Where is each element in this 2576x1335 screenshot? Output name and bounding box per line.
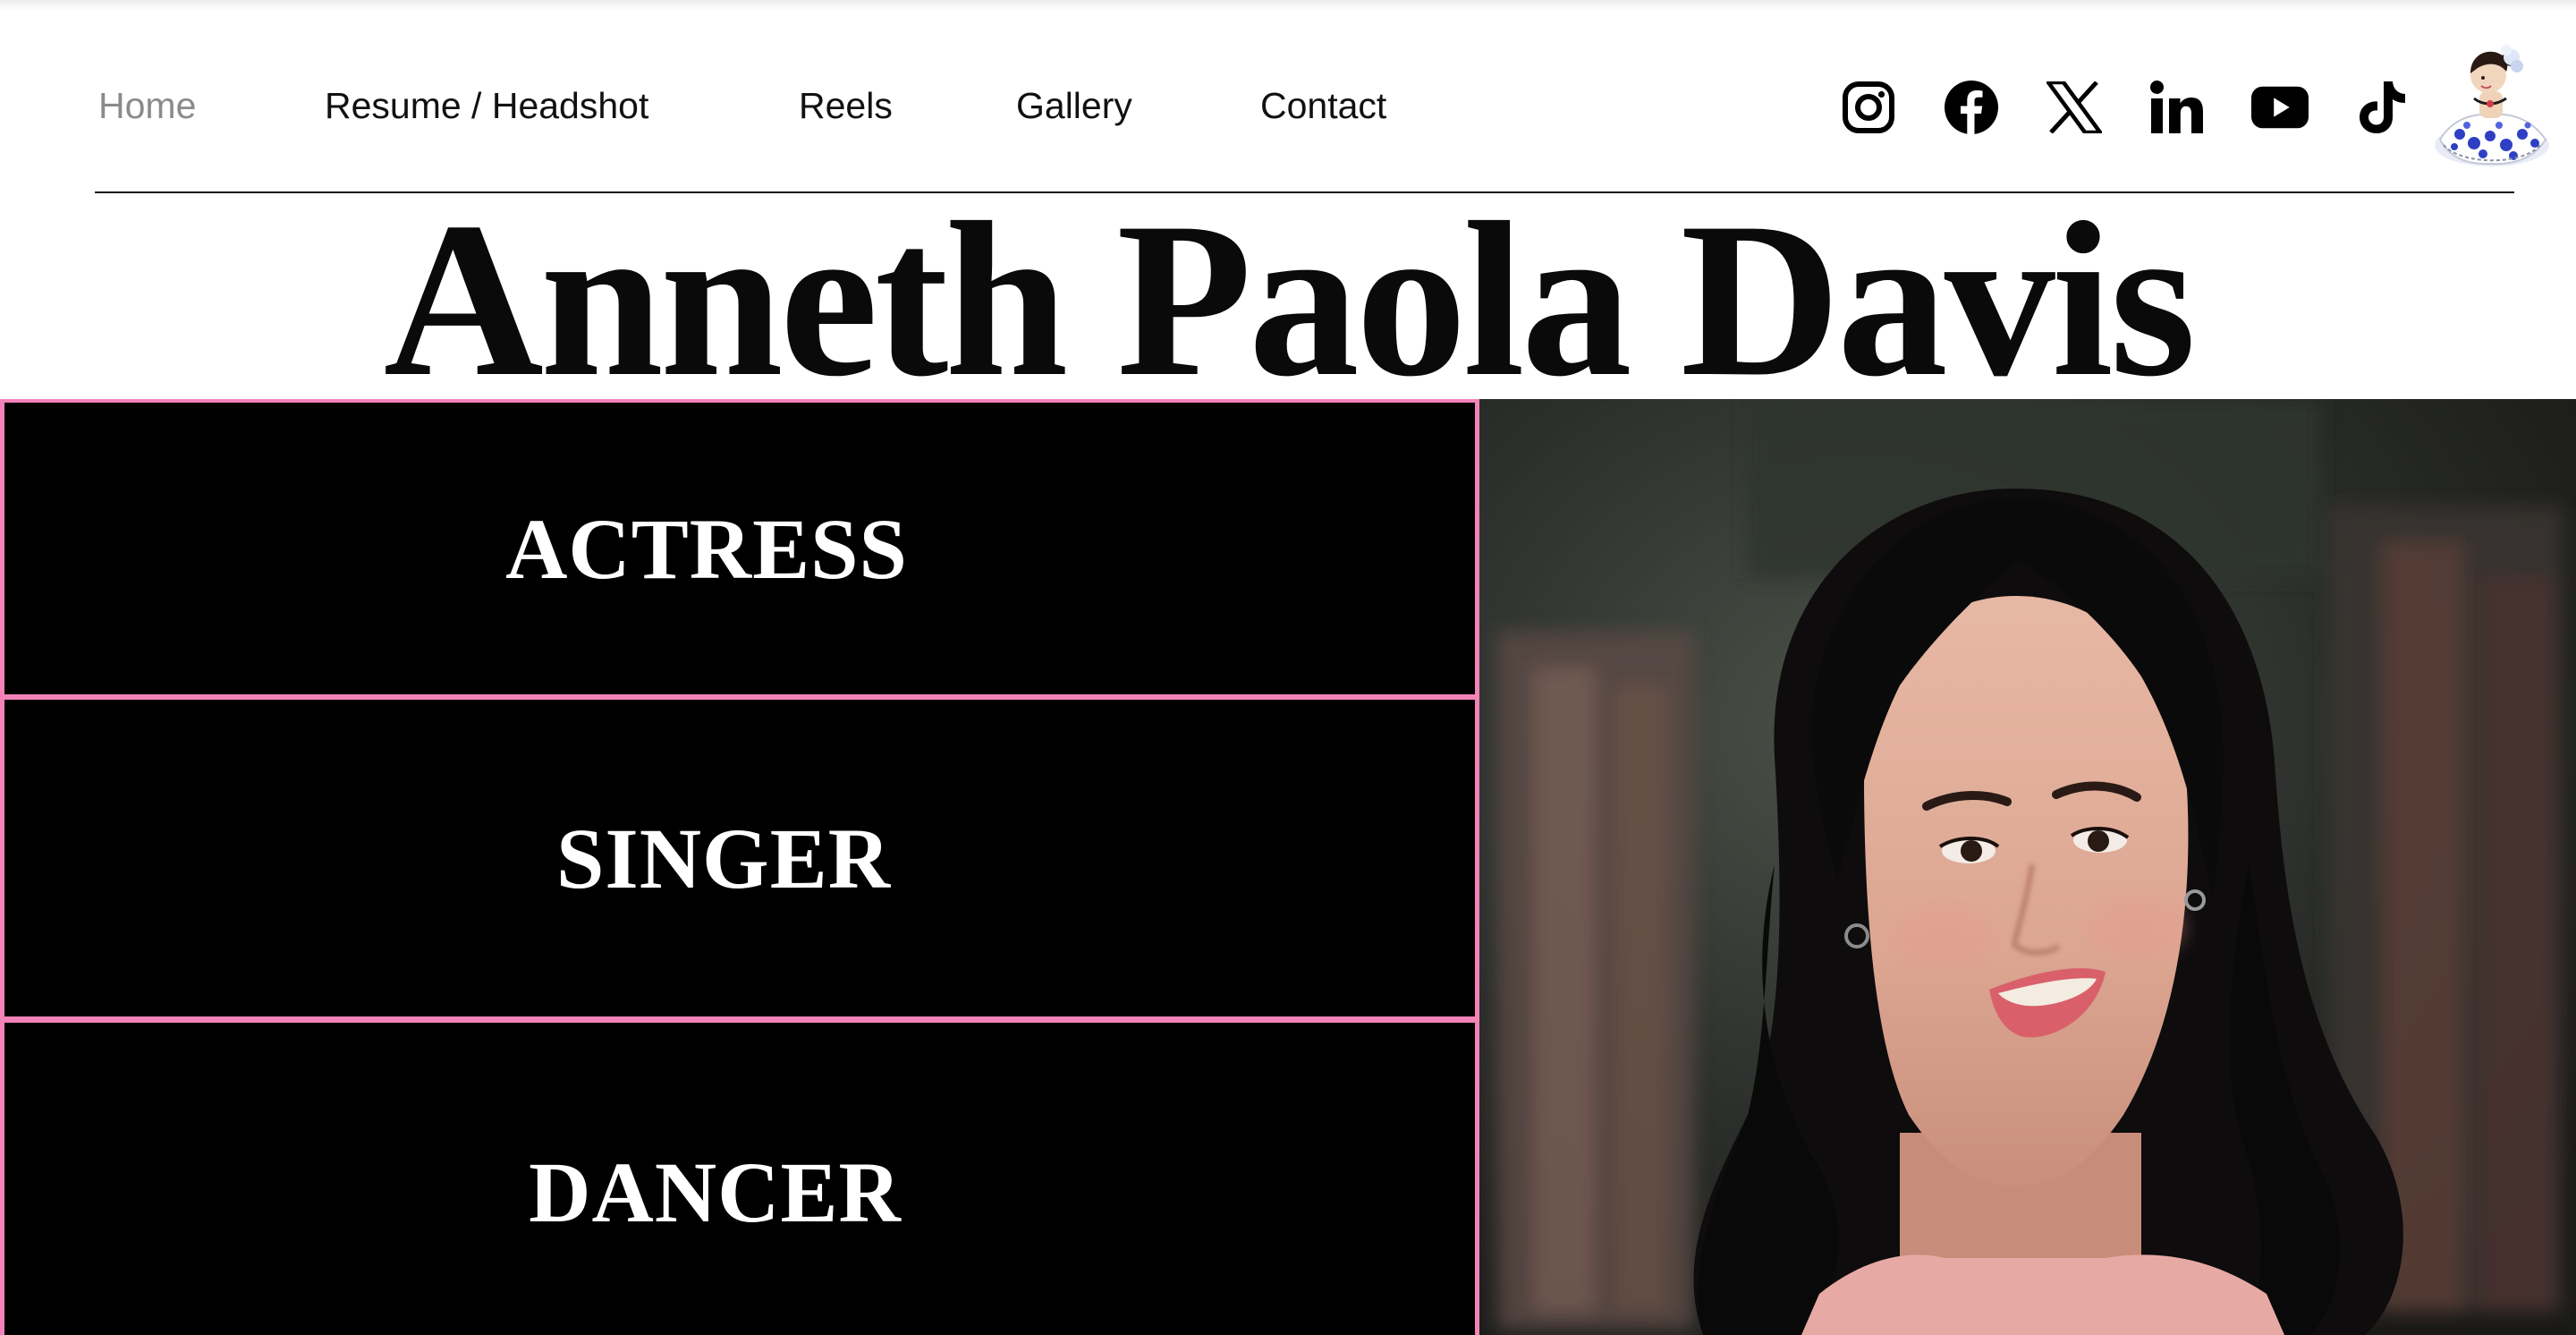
nav-item-resume-headshot[interactable]: Resume / Headshot [325,72,648,140]
nav-item-gallery[interactable]: Gallery [1016,72,1132,140]
role-card-actress[interactable]: ACTRESS [4,403,1475,694]
role-label-dancer: DANCER [529,1144,902,1240]
youtube-icon[interactable] [2251,76,2309,139]
linkedin-icon[interactable] [2148,76,2206,139]
top-shadow-strip [0,0,2576,11]
role-card-singer[interactable]: SINGER [4,700,1475,1016]
instagram-icon[interactable] [1840,76,1897,139]
avatar[interactable] [2424,39,2560,174]
site-title: Anneth Paola Davis [383,176,2196,422]
nav-item-reels[interactable]: Reels [799,72,893,140]
role-label-singer: SINGER [555,810,892,906]
role-card-dancer[interactable]: DANCER [4,1023,1475,1335]
roles-panel: ACTRESS SINGER DANCER [0,399,1479,1335]
headshot-photo [1479,399,2576,1335]
main-navigation: Home Resume / Headshot Reels Gallery Con… [0,72,1521,140]
role-label-actress: ACTRESS [505,500,908,597]
nav-item-home[interactable]: Home [98,72,196,140]
tiktok-icon[interactable] [2353,76,2411,139]
facebook-icon[interactable] [1943,76,2000,139]
x-icon[interactable] [2046,76,2103,139]
nav-item-contact[interactable]: Contact [1260,72,1386,140]
